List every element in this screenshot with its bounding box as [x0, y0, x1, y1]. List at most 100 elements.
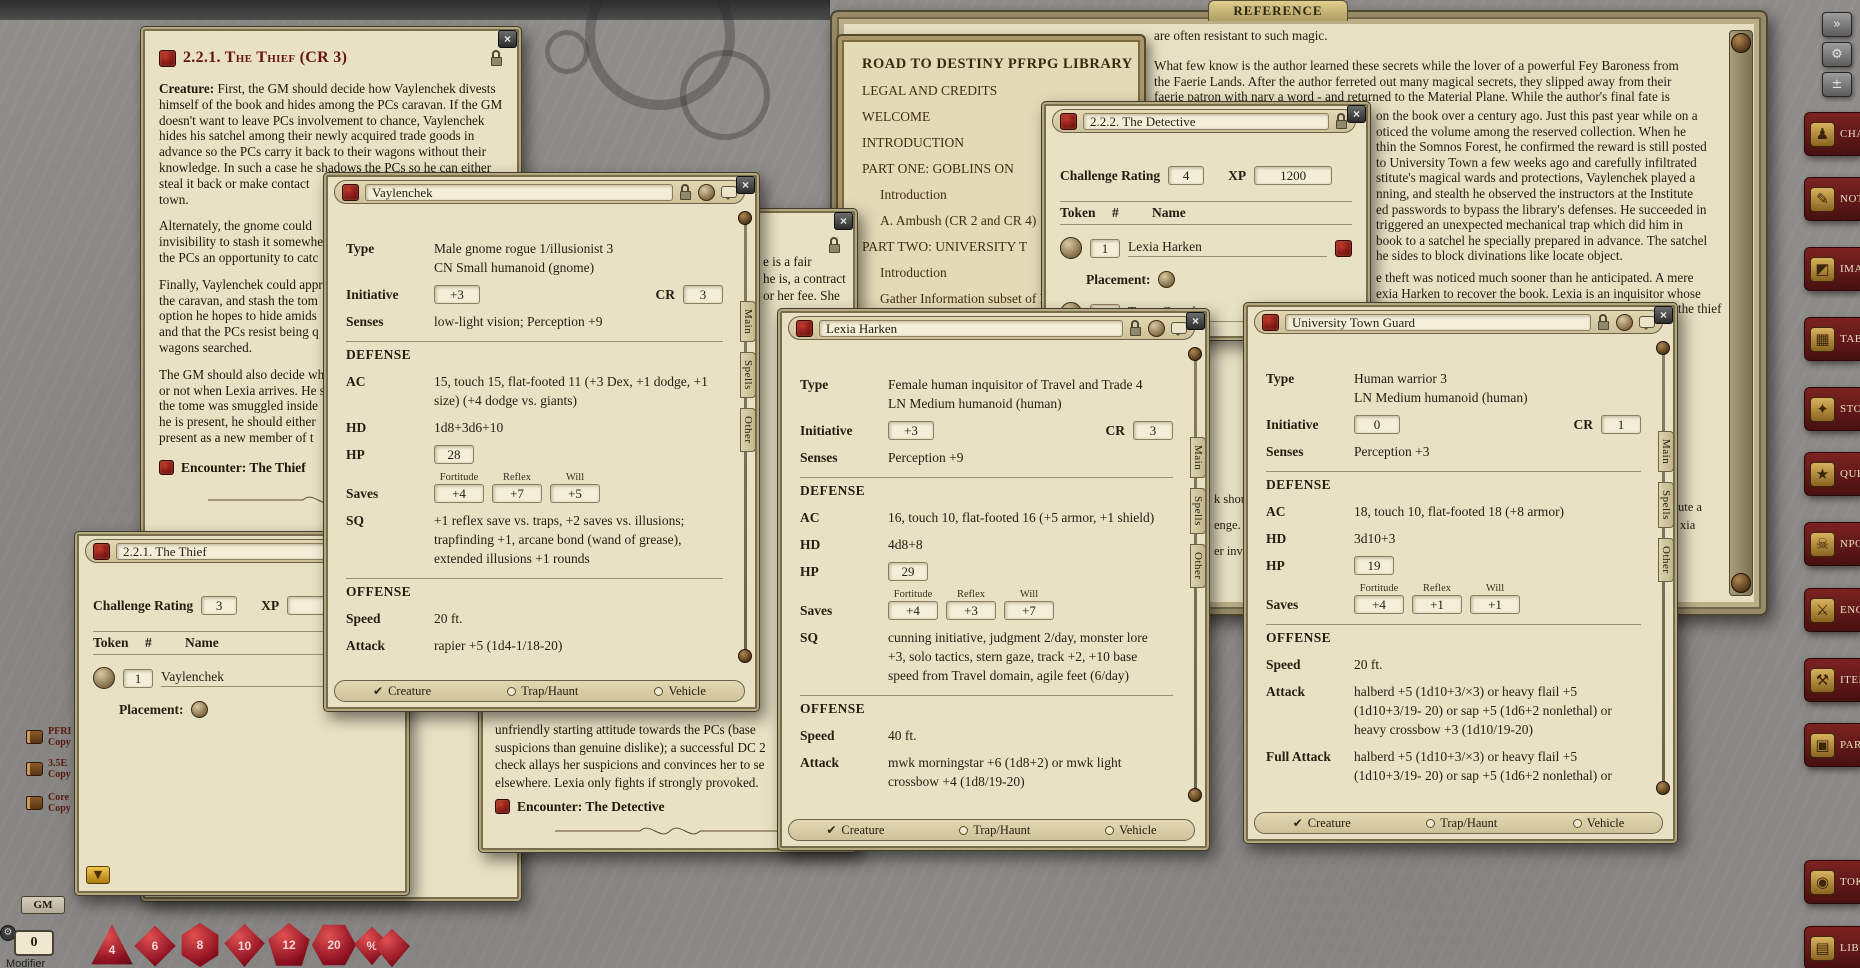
scroll-up-knob[interactable] [1188, 347, 1202, 361]
sidebar-item-tables[interactable]: ▦Tables [1804, 317, 1860, 361]
modifier-stack-box[interactable]: 0 [14, 930, 54, 956]
die-d10[interactable]: 10 [222, 923, 267, 968]
hd-value[interactable]: 3d10+3 [1354, 529, 1641, 548]
cr-value[interactable]: 1 [1601, 415, 1641, 434]
sq-value[interactable]: cunning initiative, judgment 2/day, mons… [888, 628, 1173, 685]
sidebar-item-story[interactable]: ✦Story [1804, 387, 1860, 431]
reference-scrollbar[interactable] [1729, 30, 1753, 596]
ac-value[interactable]: 18, touch 10, flat-footed 18 (+8 armor) [1354, 502, 1641, 521]
encounter-title-field[interactable]: 2.2.2. The Detective [1083, 113, 1329, 130]
hd-value[interactable]: 4d8+8 [888, 535, 1173, 554]
scroll-down-knob[interactable] [1188, 788, 1202, 802]
close-button[interactable]: × [736, 176, 755, 194]
radio-trap-haunt[interactable]: Trap/Haunt [507, 684, 578, 699]
sidebar-item-tokens[interactable]: ◉Tokens [1804, 860, 1860, 904]
npc-count[interactable]: 1 [1090, 239, 1120, 258]
chat-icon[interactable] [721, 186, 737, 198]
sidebar-item-npcs[interactable]: ☠NPCs [1804, 522, 1860, 566]
tab-other[interactable]: Other [1658, 538, 1674, 582]
token-icon[interactable] [1148, 320, 1165, 337]
hp-value[interactable]: 28 [434, 445, 474, 464]
initiative-value[interactable]: 0 [1354, 415, 1400, 434]
npc-name-field[interactable]: Lexia Harken [819, 320, 1123, 337]
npc-name-field[interactable]: Vaylenchek [365, 184, 673, 201]
attack-value[interactable]: mwk morningstar +6 (1d8+2) or mwk lightc… [888, 753, 1173, 791]
placement-token-icon[interactable] [1158, 271, 1175, 288]
scroll-up-knob[interactable] [1731, 33, 1751, 53]
tab-main[interactable]: Main [1190, 437, 1206, 478]
type-value[interactable]: Male gnome rogue 1/illusionist 3CN Small… [434, 239, 723, 277]
reflex-value[interactable]: +7 [492, 484, 542, 503]
type-value[interactable]: Female human inquisitor of Travel and Tr… [888, 375, 1173, 413]
radio-trap-haunt[interactable]: Trap/Haunt [959, 823, 1030, 838]
module-shortcut[interactable]: PFRICopy [26, 726, 71, 748]
lock-icon[interactable] [490, 50, 503, 66]
tab-spells[interactable]: Spells [1190, 488, 1206, 534]
ac-value[interactable]: 16, touch 10, flat-footed 16 (+5 armor, … [888, 508, 1173, 527]
tab-main[interactable]: Main [740, 301, 756, 342]
tab-spells[interactable]: Spells [740, 352, 756, 398]
npc-icon[interactable] [1262, 314, 1279, 331]
chat-icon[interactable] [1171, 322, 1187, 334]
npc-count[interactable]: 1 [123, 669, 153, 688]
tab-spells[interactable]: Spells [1658, 482, 1674, 528]
die-d8[interactable]: 8 [177, 922, 223, 968]
close-button[interactable]: × [834, 212, 853, 230]
radio-vehicle[interactable]: Vehicle [1573, 816, 1624, 831]
reference-tab[interactable]: REFERENCE [1208, 0, 1348, 21]
speed-value[interactable]: 20 ft. [434, 609, 723, 628]
cr-value[interactable]: 3 [1133, 421, 1173, 440]
close-button[interactable]: × [1347, 105, 1366, 123]
lock-icon[interactable] [1597, 314, 1610, 330]
will-value[interactable]: +7 [1004, 601, 1054, 620]
npc-name[interactable]: Lexia Harken [1128, 239, 1327, 257]
sidebar-item-quests[interactable]: ★Quests [1804, 452, 1860, 496]
sidebar-item-library[interactable]: ▤Library [1804, 926, 1860, 968]
senses-value[interactable]: Perception +3 [1354, 442, 1641, 461]
npc-link-icon[interactable] [1335, 240, 1352, 257]
ac-value[interactable]: 15, touch 15, flat-footed 11 (+3 Dex, +1… [434, 372, 723, 410]
options-button[interactable]: ⚙ [1822, 42, 1852, 67]
npc-icon[interactable] [342, 184, 359, 201]
story-link-icon[interactable] [159, 50, 176, 67]
close-button[interactable]: × [1186, 312, 1205, 330]
reflex-value[interactable]: +1 [1412, 595, 1462, 614]
die-d6[interactable]: 6 [133, 924, 177, 968]
sidebar-item-encounters[interactable]: ⚔Encounters [1804, 588, 1860, 632]
radio-vehicle[interactable]: Vehicle [654, 684, 705, 699]
radio-creature[interactable]: ✔Creature [373, 684, 431, 699]
initiative-value[interactable]: +3 [434, 285, 480, 304]
module-shortcut[interactable]: CoreCopy [26, 792, 71, 814]
close-button[interactable]: × [498, 30, 517, 48]
die-d20[interactable]: 20 [311, 922, 357, 968]
npc-name-field[interactable]: University Town Guard [1285, 314, 1591, 331]
modifiers-button[interactable]: ± [1822, 72, 1852, 97]
token-icon[interactable] [1616, 314, 1633, 331]
radio-creature[interactable]: ✔Creature [826, 823, 884, 838]
challenge-rating-value[interactable]: 4 [1168, 166, 1204, 185]
module-shortcut[interactable]: 3.5ECopy [26, 758, 71, 780]
close-button[interactable]: × [1654, 306, 1673, 324]
hp-value[interactable]: 19 [1354, 556, 1394, 575]
senses-value[interactable]: Perception +9 [888, 448, 1173, 467]
lock-icon[interactable] [828, 237, 841, 253]
lock-icon[interactable] [679, 184, 692, 200]
tab-other[interactable]: Other [740, 408, 756, 452]
radio-trap-haunt[interactable]: Trap/Haunt [1426, 816, 1497, 831]
attack-value[interactable]: rapier +5 (1d4-1/18-20) [434, 636, 723, 655]
token-icon[interactable] [1060, 237, 1082, 259]
full-attack-value[interactable]: halberd +5 (1d10+3/×3) or heavy flail +5… [1354, 747, 1641, 785]
fortitude-value[interactable]: +4 [888, 601, 938, 620]
lock-icon[interactable] [1129, 320, 1142, 336]
die-d12[interactable]: 12 [266, 922, 312, 968]
fortitude-value[interactable]: +4 [1354, 595, 1404, 614]
encounter-icon[interactable] [93, 543, 110, 560]
scroll-up-knob[interactable] [1656, 341, 1670, 355]
xp-value[interactable]: 1200 [1254, 166, 1332, 185]
scroll-down-knob[interactable] [1656, 781, 1670, 795]
hp-value[interactable]: 29 [888, 562, 928, 581]
type-value[interactable]: Human warrior 3LN Medium humanoid (human… [1354, 369, 1641, 407]
sidebar-item-notes[interactable]: ✎Notes [1804, 177, 1860, 221]
will-value[interactable]: +5 [550, 484, 600, 503]
token-icon[interactable] [93, 667, 115, 689]
